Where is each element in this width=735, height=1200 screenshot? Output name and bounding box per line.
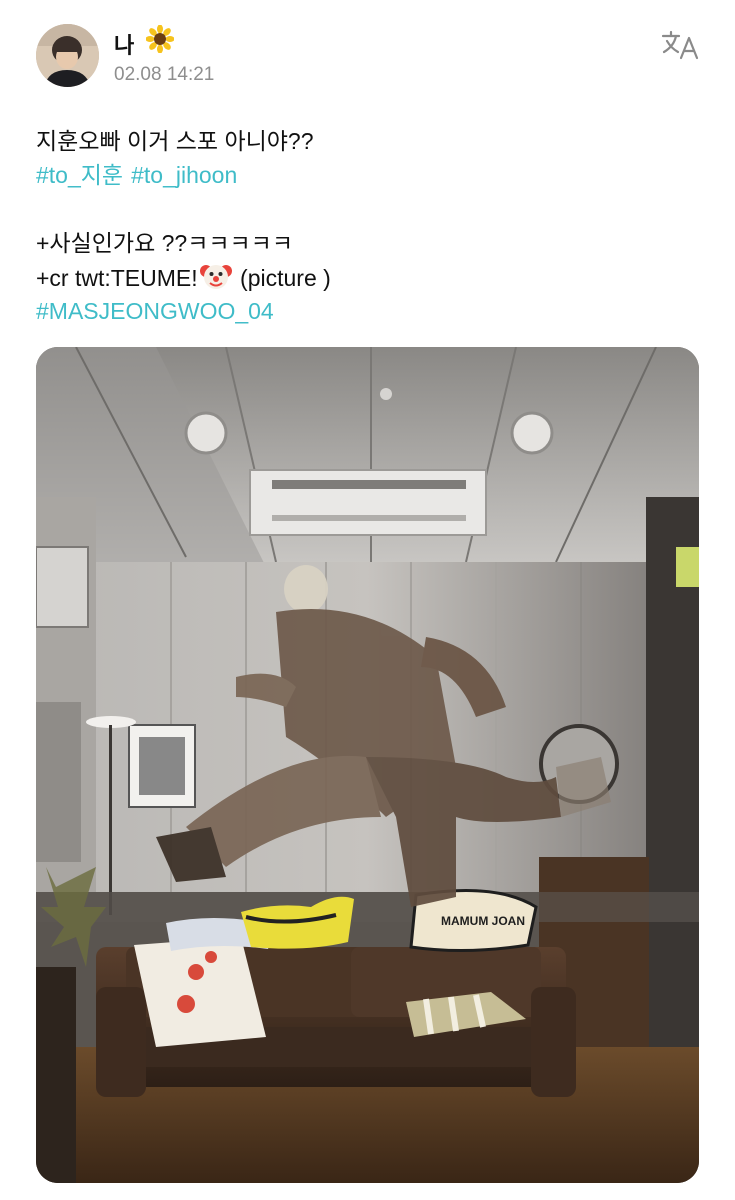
author-name[interactable]: 나	[114, 28, 134, 60]
hashtag-link[interactable]: #to_지훈	[36, 162, 123, 188]
hashtag-line: #MASJEONGWOO_04	[36, 294, 696, 328]
pillow-label: MAMUM JOAN	[441, 914, 525, 928]
post-photo[interactable]: MAMUM JOAN	[36, 347, 699, 1183]
post-text-line: +사실인가요 ??ㅋㅋㅋㅋㅋ	[36, 230, 294, 256]
hashtag-link[interactable]: #to_jihoon	[131, 162, 237, 188]
post-timestamp: 02.08 14:21	[114, 64, 215, 85]
credit-line: +cr twt:TEUME! (picture )	[36, 260, 696, 294]
credit-suffix: (picture )	[240, 265, 331, 291]
clown-face-icon	[199, 260, 232, 292]
credit-text: +cr twt:TEUME!	[36, 265, 198, 291]
sunflower-icon	[145, 24, 175, 54]
translate-button[interactable]	[660, 28, 702, 62]
hashtag-link[interactable]: #MASJEONGWOO_04	[36, 298, 274, 324]
post-detail: 나 02.08 14:21 지훈오빠 이거 스포 아니야?? #to_지훈 #t…	[0, 0, 735, 1200]
author-avatar[interactable]	[36, 24, 99, 87]
post-text-line: 지훈오빠 이거 스포 아니야??	[36, 128, 314, 154]
post-body: 지훈오빠 이거 스포 아니야?? #to_지훈 #to_jihoon +사실인가요…	[36, 124, 696, 328]
hashtag-line: #to_지훈 #to_jihoon	[36, 158, 696, 192]
translate-icon	[661, 30, 699, 60]
